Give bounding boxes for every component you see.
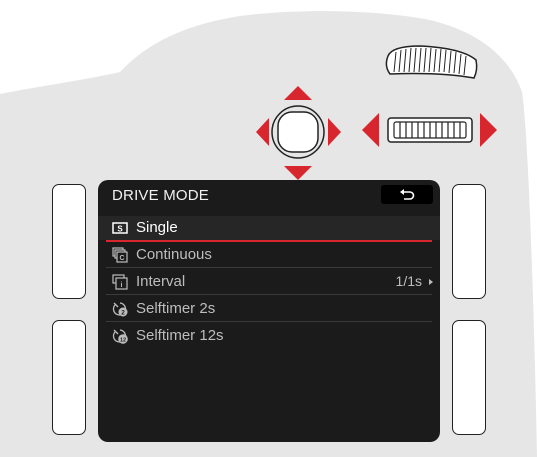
row-divider [106, 294, 432, 295]
right-bottom-key[interactable] [452, 320, 486, 435]
menu-item-single[interactable]: S Single [98, 216, 440, 240]
svg-text:S: S [117, 225, 123, 234]
interval-value: 1/1s [395, 273, 422, 289]
row-divider [106, 321, 432, 322]
selftimer-2-icon: 2 [112, 302, 128, 317]
svg-text:C: C [119, 255, 124, 262]
menu-item-label: Selftimer 12s [136, 327, 224, 344]
continuous-icon: C [112, 247, 128, 263]
left-bottom-key[interactable] [52, 320, 86, 435]
left-top-key[interactable] [52, 184, 86, 299]
menu-item-interval[interactable]: i Interval 1/1s [98, 270, 440, 294]
menu-item-selftimer-2s[interactable]: 2 Selftimer 2s [98, 297, 440, 321]
svg-text:i: i [121, 282, 123, 289]
submenu-arrow-icon [429, 279, 433, 285]
return-arrow-icon [400, 189, 415, 200]
back-button[interactable] [381, 185, 433, 204]
interval-icon: i [112, 274, 128, 290]
menu-item-continuous[interactable]: C Continuous [98, 243, 440, 267]
right-top-key[interactable] [452, 184, 486, 299]
menu-item-label: Single [136, 219, 178, 236]
menu-title: DRIVE MODE [112, 187, 210, 204]
svg-text:2: 2 [121, 310, 125, 317]
menu-header: DRIVE MODE [98, 180, 440, 210]
selection-underline [106, 240, 432, 242]
single-frame-icon: S [112, 222, 128, 234]
row-divider [106, 267, 432, 268]
menu-item-label: Continuous [136, 246, 212, 263]
selftimer-12-icon: 12 [112, 329, 128, 344]
menu-item-label: Interval [136, 273, 186, 290]
menu-item-label: Selftimer 2s [136, 300, 216, 317]
camera-screen: DRIVE MODE S Single C Continuous i Inter… [98, 180, 440, 442]
menu-item-selftimer-12s[interactable]: 12 Selftimer 12s [98, 324, 440, 348]
svg-text:12: 12 [120, 337, 126, 343]
